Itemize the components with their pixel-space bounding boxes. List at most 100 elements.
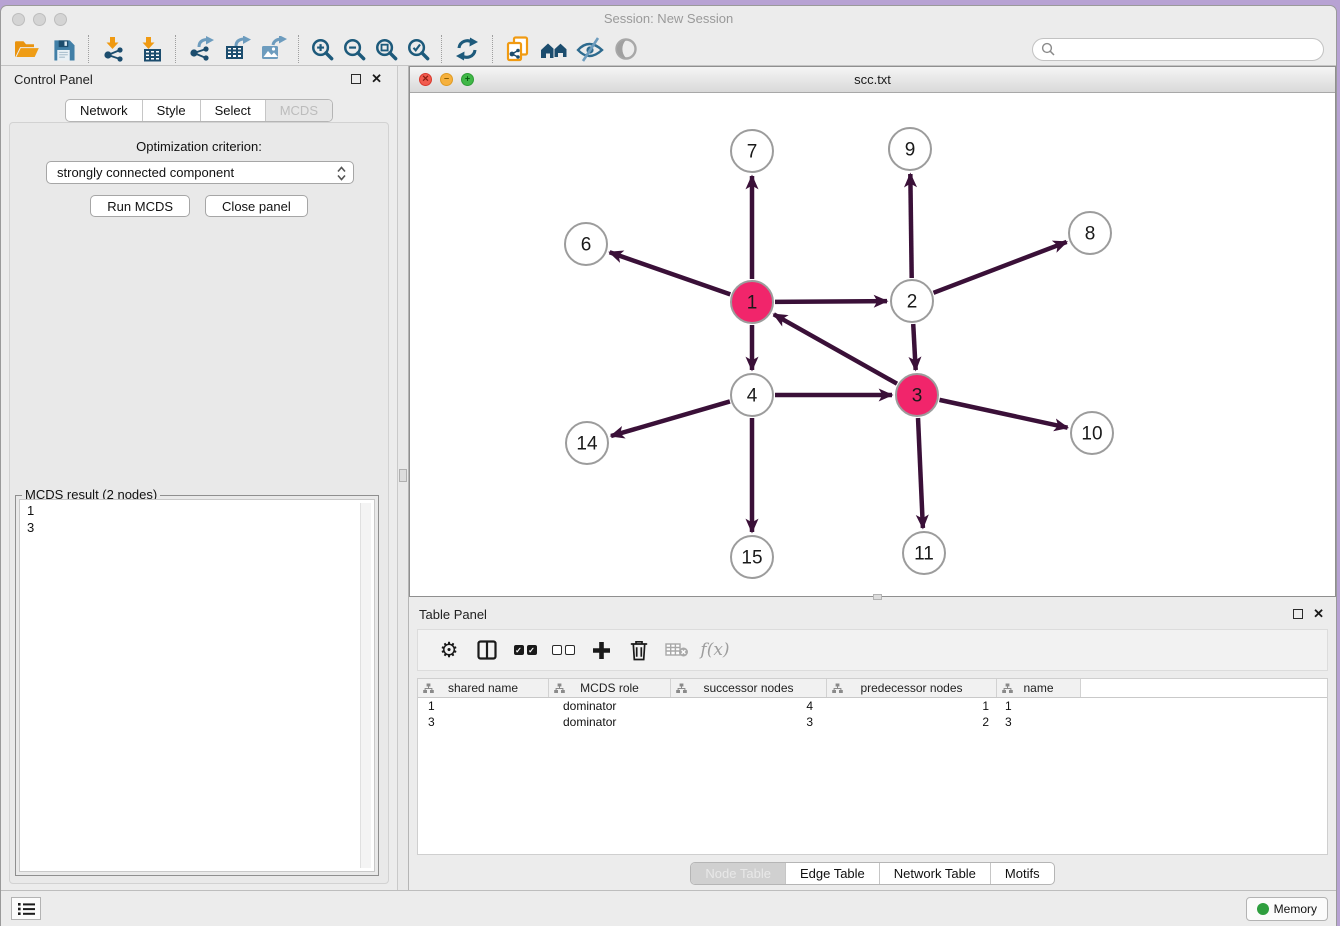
cell-predecessor-nodes[interactable]: 1	[827, 698, 997, 714]
graph-node-7[interactable]: 7	[731, 130, 773, 172]
node-table[interactable]: shared nameMCDS rolesuccessor nodesprede…	[417, 678, 1328, 855]
table-row[interactable]: 1dominator411	[418, 698, 1327, 714]
hide-labels-button[interactable]	[572, 34, 608, 64]
column-header-MCDS-role[interactable]: MCDS role	[549, 679, 671, 697]
zoom-in-button[interactable]	[306, 34, 338, 64]
zoom-out-button[interactable]	[338, 34, 370, 64]
tab-mcds[interactable]: MCDS	[266, 100, 332, 121]
mcds-panel: Optimization criterion: strongly connect…	[9, 122, 389, 884]
memory-button[interactable]: Memory	[1246, 897, 1328, 921]
column-header-successor-nodes[interactable]: successor nodes	[671, 679, 827, 697]
cell-MCDS-role[interactable]: dominator	[549, 698, 671, 714]
select-chevrons-icon	[336, 165, 347, 182]
column-header-shared-name[interactable]: shared name	[418, 679, 549, 697]
graph-node-8[interactable]: 8	[1069, 212, 1111, 254]
homes-icon	[540, 37, 569, 61]
graph-edge-4-14[interactable]	[611, 401, 730, 436]
network-frame-title: scc.txt	[410, 72, 1335, 87]
graph-edge-2-3[interactable]	[913, 324, 915, 370]
refresh-layout-button[interactable]	[449, 34, 485, 64]
delete-row-button[interactable]	[620, 633, 658, 667]
cell-name[interactable]: 3	[997, 714, 1081, 730]
cell-name[interactable]: 1	[997, 698, 1081, 714]
tab-node-table[interactable]: Node Table	[691, 863, 786, 884]
graph-edge-3-1[interactable]	[774, 314, 897, 383]
import-network-button[interactable]	[96, 34, 132, 64]
graph-edge-3-10[interactable]	[939, 400, 1067, 428]
close-panel-icon[interactable]: ✕	[371, 71, 382, 87]
cell-MCDS-role[interactable]: dominator	[549, 714, 671, 730]
table-settings-button[interactable]: ⚙	[430, 633, 468, 667]
zoom-fit-button[interactable]	[370, 34, 402, 64]
table-panel: Table Panel ✕ ⚙ ✓✓	[409, 601, 1336, 890]
select-all-button[interactable]: ✓✓	[506, 633, 544, 667]
cell-shared-name[interactable]: 1	[418, 698, 549, 714]
add-row-button[interactable]	[582, 633, 620, 667]
network-canvas[interactable]: 7 9 6 8 1 2 4 3 14 10 15 11	[410, 93, 1335, 596]
open-file-button[interactable]	[9, 34, 45, 64]
run-mcds-button[interactable]: Run MCDS	[90, 195, 190, 217]
tab-edge-table[interactable]: Edge Table	[786, 863, 880, 884]
svg-text:6: 6	[581, 235, 592, 256]
network-graph[interactable]: 7 9 6 8 1 2 4 3 14 10 15 11	[410, 93, 1337, 597]
cell-shared-name[interactable]: 3	[418, 714, 549, 730]
criterion-select[interactable]: strongly connected component	[46, 161, 354, 184]
graph-node-3[interactable]: 3	[896, 374, 938, 416]
graph-node-9[interactable]: 9	[889, 128, 931, 170]
graph-node-10[interactable]: 10	[1071, 412, 1113, 454]
tab-network[interactable]: Network	[66, 100, 143, 121]
save-session-button[interactable]	[45, 34, 81, 64]
home-layout-button[interactable]	[536, 34, 572, 64]
svg-text:1: 1	[747, 293, 758, 314]
graph-node-4[interactable]: 4	[731, 374, 773, 416]
zoom-selected-button[interactable]	[402, 34, 434, 64]
search-input[interactable]	[1060, 42, 1315, 57]
function-builder-button[interactable]: f(x)	[696, 633, 734, 667]
vertical-split-divider[interactable]	[397, 66, 409, 890]
graph-edge-3-11[interactable]	[918, 418, 923, 528]
graph-node-15[interactable]: 15	[731, 536, 773, 578]
mcds-result-list[interactable]: 13	[19, 499, 375, 872]
export-table-button[interactable]	[219, 34, 255, 64]
divider-grip[interactable]	[873, 594, 882, 600]
table-row[interactable]: 3dominator323	[418, 714, 1327, 730]
graph-node-2[interactable]: 2	[891, 280, 933, 322]
cell-successor-nodes[interactable]: 3	[671, 714, 827, 730]
column-type-icon	[676, 683, 687, 694]
result-scrollbar[interactable]	[360, 503, 371, 868]
tab-style[interactable]: Style	[143, 100, 201, 121]
deselect-all-button[interactable]	[544, 633, 582, 667]
graph-edge-2-8[interactable]	[933, 242, 1066, 293]
graph-node-11[interactable]: 11	[903, 532, 945, 574]
float-panel-icon[interactable]	[351, 74, 361, 84]
table-tabs: Node TableEdge TableNetwork TableMotifs	[409, 862, 1336, 885]
deselect-all-icon	[552, 645, 575, 655]
divider-grip[interactable]	[399, 469, 407, 482]
graph-node-14[interactable]: 14	[566, 422, 608, 464]
delete-table-button[interactable]	[658, 633, 696, 667]
graph-node-6[interactable]: 6	[565, 223, 607, 265]
export-image-button[interactable]	[255, 34, 291, 64]
float-panel-icon[interactable]	[1293, 609, 1303, 619]
birds-eye-view-button[interactable]	[608, 34, 644, 64]
task-history-button[interactable]	[11, 897, 41, 920]
column-header-predecessor-nodes[interactable]: predecessor nodes	[827, 679, 997, 697]
close-panel-button[interactable]: Close panel	[205, 195, 308, 217]
tab-select[interactable]: Select	[201, 100, 266, 121]
graph-edge-2-9[interactable]	[910, 174, 911, 278]
cell-successor-nodes[interactable]: 4	[671, 698, 827, 714]
clone-network-button[interactable]	[500, 34, 536, 64]
column-header-name[interactable]: name	[997, 679, 1081, 697]
tab-network-table[interactable]: Network Table	[880, 863, 991, 884]
export-network-button[interactable]	[183, 34, 219, 64]
graph-edge-1-2[interactable]	[775, 301, 887, 302]
graph-node-1[interactable]: 1	[731, 281, 773, 323]
close-panel-icon[interactable]: ✕	[1313, 606, 1324, 622]
cell-predecessor-nodes[interactable]: 2	[827, 714, 997, 730]
tab-motifs[interactable]: Motifs	[991, 863, 1054, 884]
import-table-button[interactable]	[132, 34, 168, 64]
delete-table-icon	[665, 642, 689, 658]
search-box[interactable]	[1032, 38, 1324, 61]
column-layout-button[interactable]	[468, 633, 506, 667]
graph-edge-1-6[interactable]	[610, 252, 731, 294]
